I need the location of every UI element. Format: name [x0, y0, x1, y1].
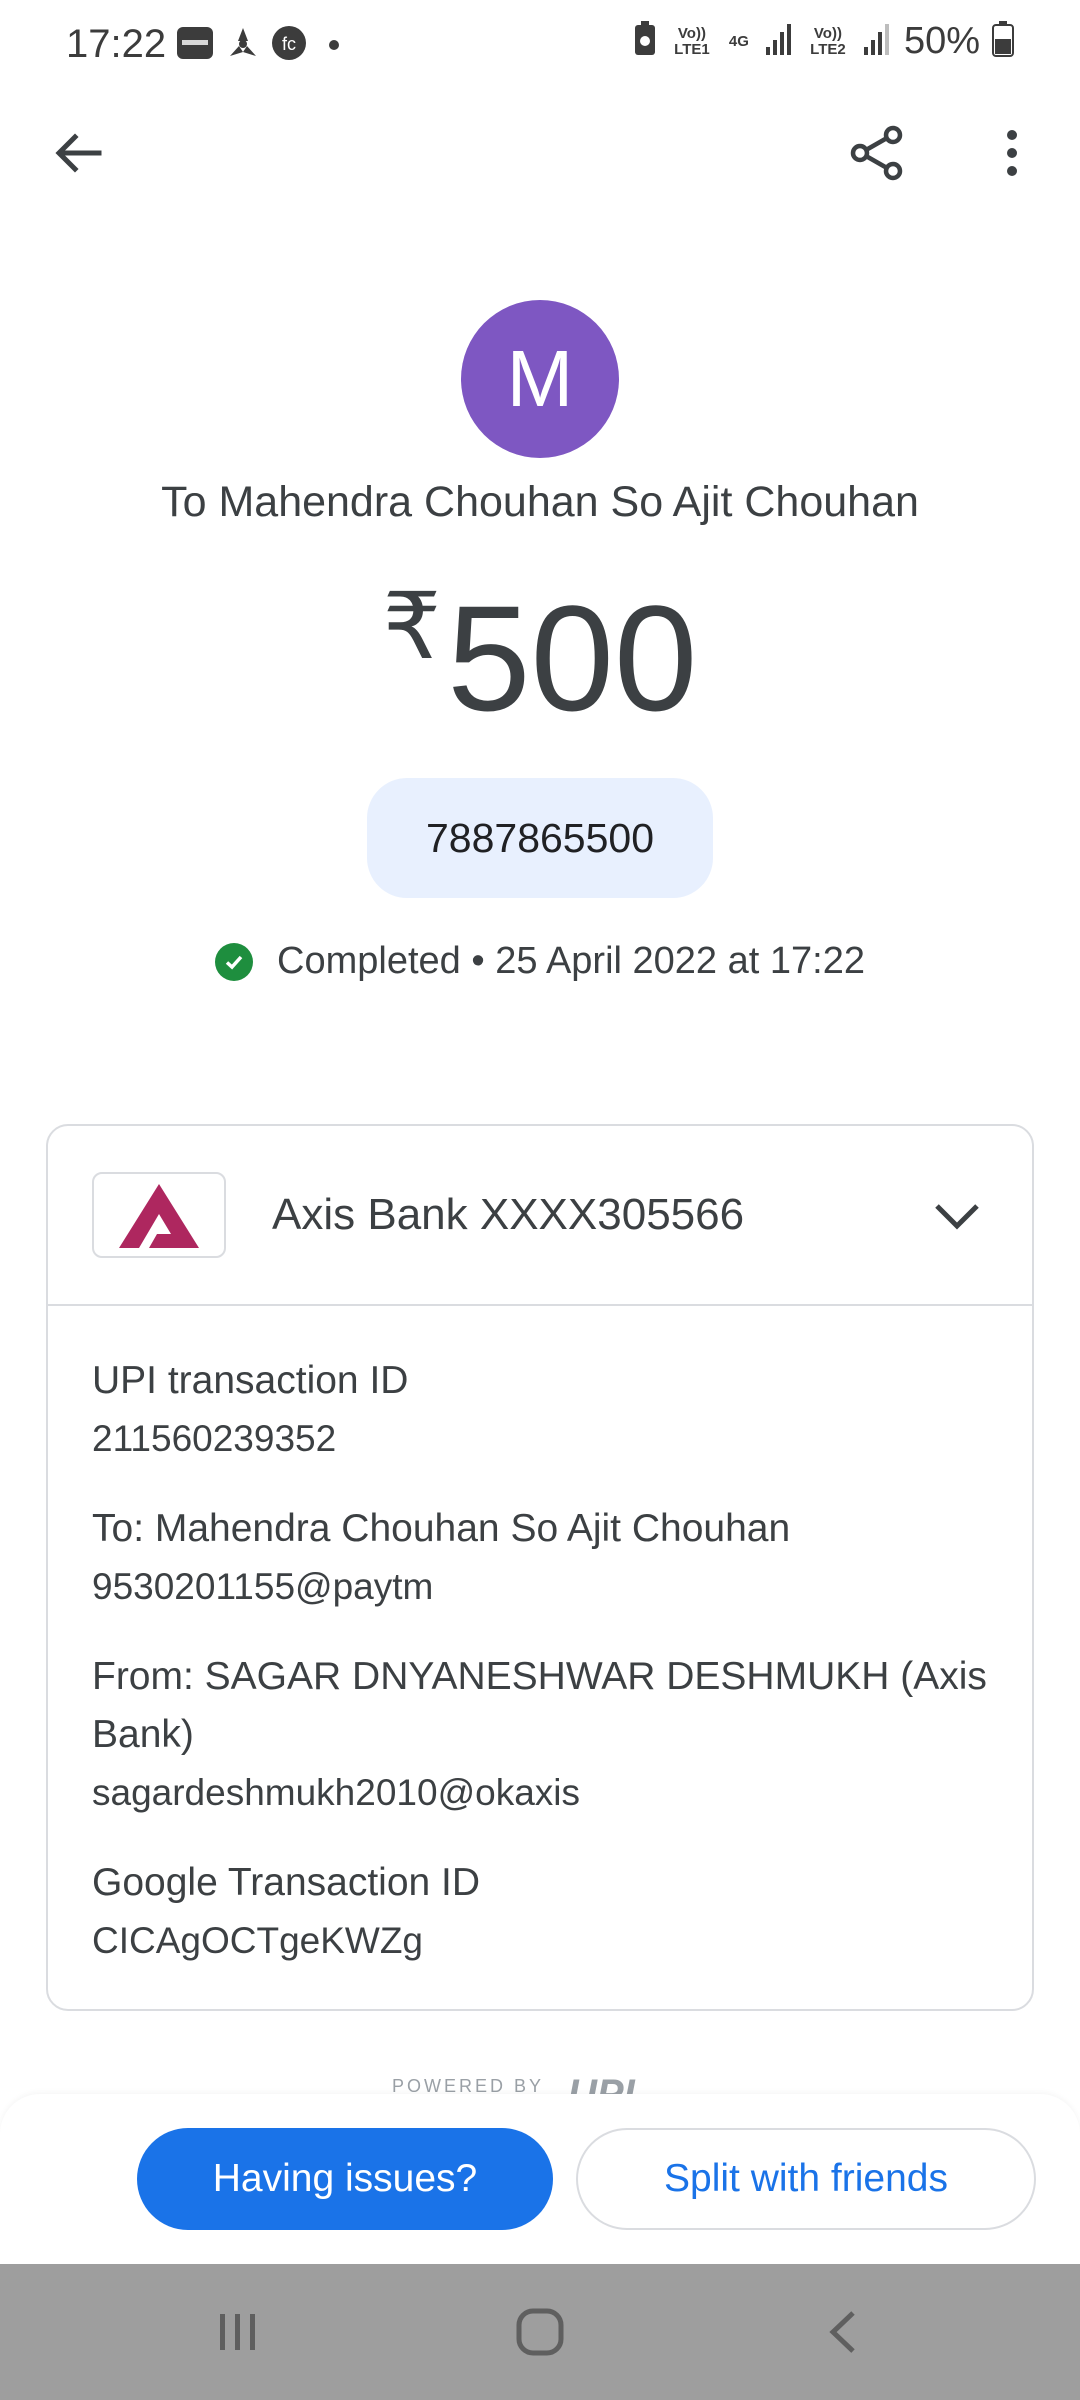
detail-value[interactable]: 211560239352: [92, 1410, 992, 1468]
fc-icon: fc: [270, 24, 308, 64]
payee-title: To Mahendra Chouhan So Ajit Chouhan: [161, 478, 919, 526]
svg-text:fc: fc: [282, 34, 296, 54]
signal-1-icon: [764, 23, 794, 60]
share-button[interactable]: [832, 108, 922, 198]
to-block: To: Mahendra Chouhan So Ajit Chouhan 953…: [92, 1500, 992, 1616]
detail-label: UPI transaction ID: [92, 1359, 409, 1402]
home-icon[interactable]: [500, 2292, 580, 2372]
back-button[interactable]: [34, 108, 124, 198]
detail-label: Google Transaction ID: [92, 1861, 481, 1904]
more-options-button[interactable]: [967, 108, 1057, 198]
bank-account-label: Axis Bank XXXX305566: [272, 1190, 745, 1239]
transaction-status: Completed • 25 April 2022 at 17:22: [0, 940, 1080, 983]
transaction-details-card: Axis Bank XXXX305566 UPI transaction ID …: [46, 1124, 1034, 2011]
betway-icon: [176, 24, 214, 64]
network-2-label: Vo)) LTE2: [810, 24, 846, 58]
signal-2-icon: [862, 23, 892, 60]
split-with-friends-button[interactable]: Split with friends: [576, 2128, 1036, 2230]
having-issues-button[interactable]: Having issues?: [137, 2128, 553, 2230]
more-vert-icon: [1007, 130, 1017, 176]
detail-value[interactable]: sagardeshmukh2010@okaxis: [92, 1764, 992, 1822]
detail-value[interactable]: CICAgOCTgeKWZg: [92, 1912, 992, 1970]
network-1-label: Vo)) LTE1: [674, 24, 710, 58]
status-right-group: Vo)) LTE1 4G Vo)) LTE2 50%: [632, 20, 1014, 63]
phone-chip[interactable]: 7887865500: [367, 778, 713, 898]
status-bar: 17:22 fc Vo)) LTE1 4G Vo)) LTE2 50%: [0, 0, 1080, 92]
data-type-label: 4G: [728, 32, 749, 50]
status-text: Completed • 25 April 2022 at 17:22: [277, 940, 865, 982]
payee-avatar: M: [461, 300, 619, 458]
check-circle-icon: [215, 942, 254, 981]
detail-label: To: Mahendra Chouhan So Ajit Chouhan: [92, 1507, 791, 1550]
chevron-down-icon[interactable]: [922, 1182, 992, 1252]
axis-bank-logo: [92, 1172, 226, 1258]
bank-account-row[interactable]: Axis Bank XXXX305566: [48, 1126, 1032, 1306]
system-navigation-bar: [0, 2264, 1080, 2400]
amount-value: 500: [447, 574, 698, 742]
status-time: 17:22: [66, 22, 167, 66]
fan-icon: [224, 24, 262, 64]
battery-icon: [992, 21, 1014, 62]
recents-icon[interactable]: [198, 2292, 278, 2372]
back-icon[interactable]: [802, 2292, 882, 2372]
arrow-left-icon: [55, 133, 102, 173]
bottom-actions: Having issues? Split with friends: [0, 2094, 1080, 2264]
detail-label: From: SAGAR DNYANESHWAR DESHMUKH (Axis B…: [92, 1655, 987, 1756]
transaction-details: UPI transaction ID 211560239352 To: Mahe…: [92, 1352, 992, 1970]
dot-icon: [328, 38, 340, 78]
share-icon: [850, 125, 903, 181]
google-txn-block: Google Transaction ID CICAgOCTgeKWZg: [92, 1854, 992, 1970]
from-block: From: SAGAR DNYANESHWAR DESHMUKH (Axis B…: [92, 1648, 992, 1822]
battery-saver-icon: [632, 21, 658, 62]
amount: ₹500: [0, 572, 1080, 745]
upi-id-block: UPI transaction ID 211560239352: [92, 1352, 992, 1468]
detail-value[interactable]: 9530201155@paytm: [92, 1558, 992, 1616]
battery-percent: 50%: [903, 20, 980, 62]
currency-symbol: ₹: [382, 576, 442, 678]
